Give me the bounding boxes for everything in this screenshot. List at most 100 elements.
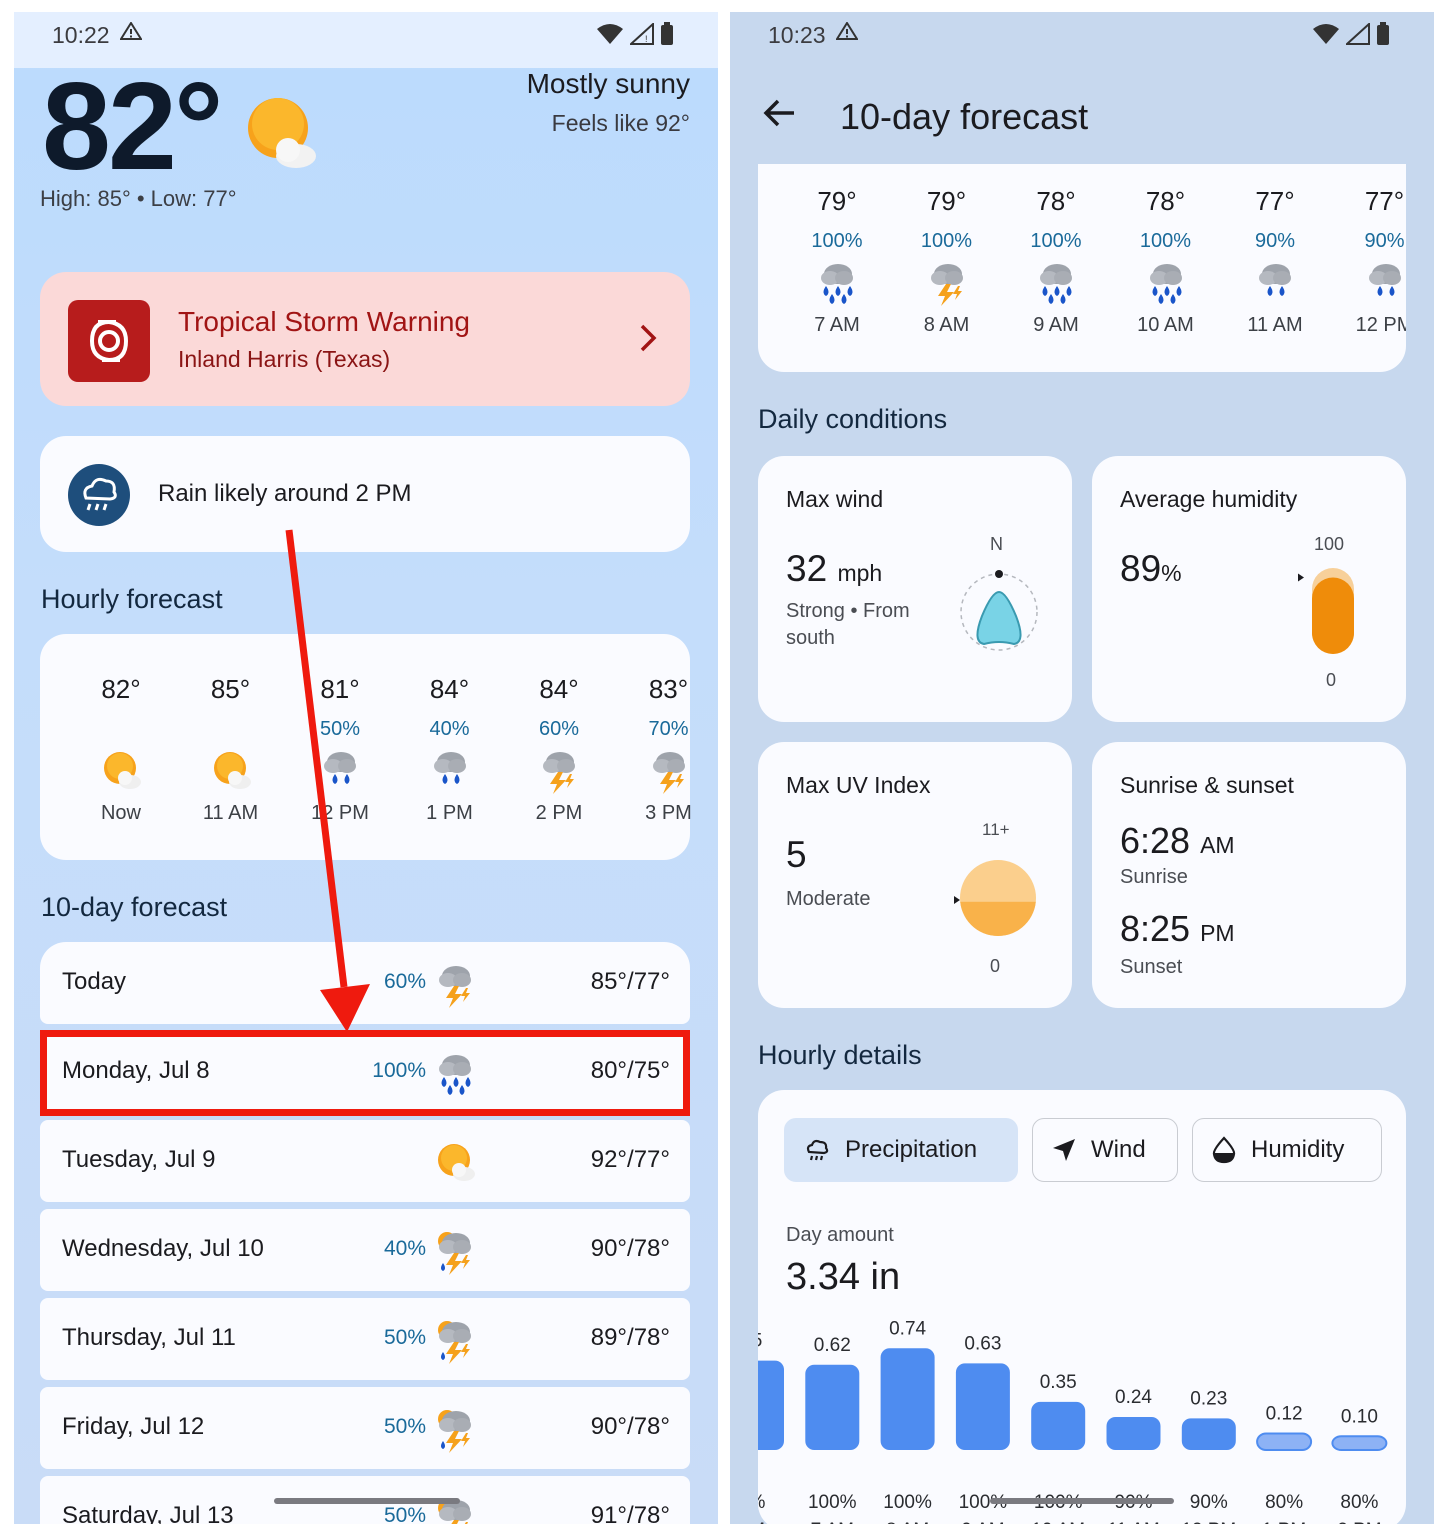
hourly-temp: 79°	[817, 186, 857, 216]
precip-bar	[805, 1364, 860, 1450]
hourly-precip: 100%	[1139, 230, 1192, 252]
back-arrow-icon[interactable]	[762, 98, 796, 128]
day-name: Friday, Jul 12	[62, 1413, 205, 1440]
hourly-details-title: Hourly details	[758, 1040, 922, 1070]
hourly-time: 12 PM	[1355, 314, 1406, 336]
day-row[interactable]: Tuesday, Jul 9 92°/77°	[40, 1120, 690, 1202]
precip-chance-label: 90%	[1190, 1492, 1228, 1513]
hourly-time: 10 AM	[1137, 314, 1194, 336]
precip-time-label: 2 PM	[1337, 1520, 1381, 1524]
day-name: Wednesday, Jul 10	[62, 1235, 264, 1262]
average-humidity-card[interactable]: Average humidity 89% 100 0	[1092, 456, 1406, 722]
day-high-low: 91°/78°	[590, 1502, 670, 1524]
annotation-arrow	[285, 529, 370, 1032]
precip-value-label: 0.35	[1040, 1372, 1077, 1393]
tab-precipitation-label: Precipitation	[845, 1136, 978, 1163]
sunny-cloud-icon	[438, 1144, 475, 1181]
hourly-time: 8 AM	[923, 314, 970, 336]
max-wind-title: Max wind	[786, 486, 884, 512]
precip-chance-label: 100%	[808, 1492, 857, 1513]
top-app-bar: 10-day forecast	[730, 68, 1434, 164]
precip-value-label: 0.62	[814, 1335, 851, 1356]
humidity-max-label: 100	[1314, 534, 1345, 554]
precip-bar	[880, 1348, 935, 1450]
precip-bar	[955, 1363, 1010, 1450]
humidity-title: Average humidity	[1120, 486, 1298, 512]
hourly-forecast-card[interactable]: 79° 100% 7 AM 79° 100% 8 AM 78° 100% 9 AM 78° 100%…	[758, 164, 1406, 372]
compass-north-label: N	[990, 534, 1003, 554]
battery-icon	[1377, 22, 1389, 45]
precip-bar	[1331, 1435, 1388, 1451]
uv-title: Max UV Index	[786, 772, 931, 798]
precip-value-label: 0.12	[1266, 1404, 1303, 1425]
precip-value-label: 0.63	[964, 1333, 1001, 1354]
status-bar: 10:23	[730, 12, 1434, 68]
sunrise-sunset-card[interactable]: Sunrise & sunset 6:28 AM Sunrise 8:25 PM…	[1092, 742, 1406, 1008]
day-name: Thursday, Jul 11	[62, 1324, 236, 1351]
precip-time-label: M	[758, 1520, 765, 1524]
storm-showers-icon	[438, 1232, 471, 1275]
precip-time-label: 10 AM	[1031, 1520, 1085, 1524]
status-icons	[1312, 22, 1390, 46]
uv-description: Moderate	[786, 888, 871, 910]
precip-value-label: 0.24	[1115, 1387, 1152, 1408]
hourly-time: 11 AM	[1247, 314, 1303, 336]
precip-time-label: 9 AM	[961, 1520, 1004, 1524]
gesture-handle	[990, 1498, 1174, 1504]
precipitation-chart-svg: 5%M0.62100%7 AM0.74100%8 AM0.63100%9 AM0…	[730, 1318, 1434, 1524]
precip-bar	[1181, 1418, 1236, 1450]
signal-icon	[1346, 23, 1370, 45]
sunset-ampm: PM	[1200, 920, 1235, 946]
rain-icon	[1259, 264, 1291, 296]
hourly-details-card: Precipitation Wind Humidity Day amount 3…	[730, 1090, 1434, 1524]
hourly-time: 7 AM	[814, 314, 860, 336]
tab-humidity[interactable]: Humidity	[1192, 1118, 1382, 1182]
sunset-time: 8:25 PM	[1120, 908, 1235, 950]
max-wind-card[interactable]: Max wind 32 mph Strong • From south N	[758, 456, 1072, 722]
sunrise-time: 6:28 AM	[1120, 820, 1235, 862]
gesture-handle	[274, 1498, 460, 1504]
precip-value-label: 5	[758, 1331, 762, 1352]
wind-number: 32	[786, 548, 828, 589]
day-row[interactable]: Friday, Jul 12 50% 90°/78°	[40, 1387, 690, 1469]
uv-sun-gauge	[954, 860, 1036, 936]
precip-value-label: 0.10	[1341, 1406, 1378, 1427]
precip-time-label: 12 PM	[1181, 1520, 1236, 1524]
precip-time-label: 1 PM	[1262, 1520, 1306, 1524]
humidity-unit: %	[1161, 560, 1182, 586]
heavy-rain-icon	[1149, 264, 1182, 304]
max-uv-card[interactable]: Max UV Index 5 Moderate 11+ 0	[758, 742, 1072, 1008]
precip-chance-label: 100%	[883, 1492, 932, 1513]
sunrise-ampm: AM	[1200, 832, 1235, 858]
alert-triangle-icon	[835, 21, 859, 45]
page-title: 10-day forecast	[840, 96, 1089, 137]
precip-chance-label: %	[758, 1492, 766, 1513]
precip-value-label: 0.74	[889, 1318, 926, 1339]
humidity-gauge	[1298, 568, 1354, 654]
hourly-temp: 79°	[926, 186, 967, 216]
wind-direction-icon	[960, 570, 1038, 651]
tab-precipitation[interactable]: Precipitation	[784, 1118, 1018, 1182]
storm-showers-icon	[438, 1321, 471, 1364]
precipitation-bar-chart: 5%M0.62100%7 AM0.74100%8 AM0.63100%9 AM0…	[730, 1300, 1434, 1524]
sunset-label: Sunset	[1120, 956, 1183, 978]
uv-value: 5	[786, 834, 807, 875]
weather-home-screen: 10:22 ! 82° Mostly sunny Feels like 92° …	[14, 12, 718, 1524]
rain-icon	[1368, 264, 1401, 296]
hourly-temp: 77°	[1255, 186, 1295, 216]
hourly-precip: 100%	[920, 230, 973, 252]
hourly-temp: 78°	[1036, 186, 1076, 216]
day-amount-value: 3.34 in	[786, 1256, 901, 1298]
day-amount-label: Day amount	[786, 1224, 894, 1246]
precip-value-label: 0.23	[1190, 1388, 1227, 1409]
wind-description: Strong • From south	[786, 600, 910, 649]
uv-min-label: 0	[990, 956, 1001, 976]
day-row[interactable]: Thursday, Jul 11 50% 89°/78°	[40, 1298, 690, 1380]
humidity-number: 89	[1120, 548, 1162, 589]
day-row[interactable]: Wednesday, Jul 10 40% 90°/78°	[40, 1209, 690, 1291]
daily-conditions-title: Daily conditions	[758, 404, 948, 434]
tenday-detail-screen: 10:23 10-day forecast 79° 100% 7 AM 79° 100%…	[730, 12, 1434, 1524]
wind-unit: mph	[837, 560, 883, 586]
tab-wind[interactable]: Wind	[1032, 1118, 1178, 1182]
humidity-value: 89%	[1120, 548, 1182, 590]
